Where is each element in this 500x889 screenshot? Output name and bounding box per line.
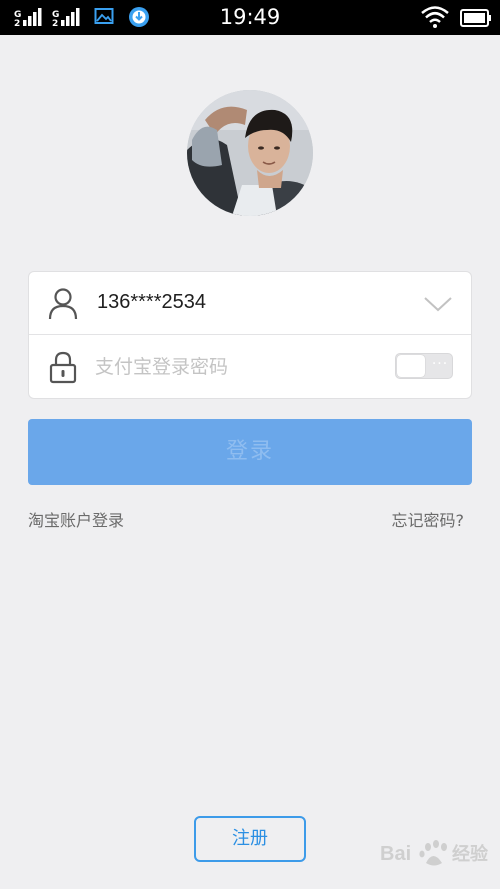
- battery-icon: [460, 9, 491, 27]
- password-input[interactable]: [95, 349, 385, 385]
- taobao-login-link[interactable]: 淘宝账户登录: [28, 507, 124, 531]
- forgot-password-link[interactable]: 忘记密码?: [392, 507, 465, 531]
- chevron-down-icon[interactable]: [423, 290, 453, 316]
- password-visibility-toggle[interactable]: ···: [395, 353, 453, 379]
- baidu-paw-logo: Bai 经验: [380, 840, 489, 866]
- account-row[interactable]: 136****2534: [29, 272, 471, 335]
- register-button[interactable]: 注册: [194, 816, 306, 862]
- user-avatar[interactable]: [187, 90, 313, 216]
- login-button[interactable]: 登录: [28, 419, 472, 485]
- avatar-image: [187, 90, 313, 216]
- wifi-icon: [421, 6, 449, 28]
- svg-text:Bai: Bai: [380, 843, 411, 865]
- status-bar: G 2 G 2 19:49: [0, 0, 500, 35]
- toggle-dots: ···: [431, 356, 449, 372]
- baidu-watermark: Bai 经验: [380, 833, 498, 873]
- svg-text:经验: 经验: [452, 843, 489, 865]
- login-form: 136****2534 ···: [28, 271, 472, 399]
- account-field[interactable]: 136****2534: [97, 291, 206, 314]
- lock-icon: [49, 351, 77, 384]
- password-row: ···: [29, 335, 471, 398]
- user-icon: [48, 288, 78, 320]
- toggle-knob: [397, 355, 425, 377]
